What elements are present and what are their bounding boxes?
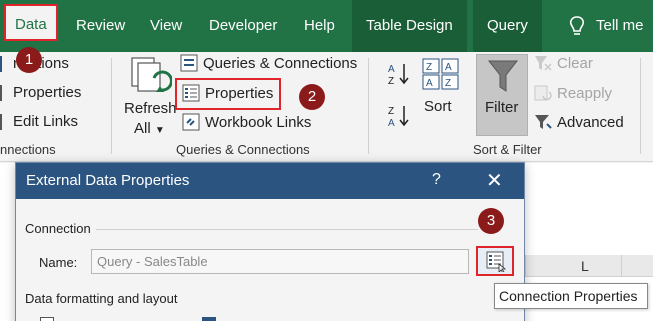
svg-text:A: A <box>388 64 395 75</box>
filter-label: Filter <box>485 99 519 116</box>
properties-left-button[interactable]: Properties <box>0 84 81 101</box>
tell-me-label: Tell me <box>596 17 644 34</box>
workbook-links-button[interactable]: Workbook Links <box>182 113 311 131</box>
connection-section-label: Connection <box>25 221 91 236</box>
connection-properties-tooltip: Connection Properties <box>494 283 648 309</box>
ribbon-tab-bar: Data Review View Developer Help Table De… <box>0 0 653 52</box>
svg-text:Z: Z <box>426 62 432 73</box>
group-separator <box>111 58 112 154</box>
tell-me-box[interactable]: Tell me <box>568 0 644 52</box>
clear-label: Clear <box>557 54 593 72</box>
workbook-links-label: Workbook Links <box>205 113 312 131</box>
refresh-all-text: All <box>134 120 151 137</box>
name-label: Name: <box>39 255 78 270</box>
refresh-label: Refresh <box>124 100 177 117</box>
properties-icon <box>182 84 200 102</box>
properties-left-icon <box>0 84 8 101</box>
queries-connections-icon <box>180 54 198 72</box>
sort-icon: ZA AZ <box>422 58 459 90</box>
tab-data[interactable]: Data <box>4 4 58 41</box>
filter-icon <box>487 60 519 92</box>
sort-label: Sort <box>424 98 452 115</box>
reapply-button[interactable]: Reapply <box>534 84 612 102</box>
svg-text:Z: Z <box>388 76 394 86</box>
tab-developer[interactable]: Developer <box>209 0 277 52</box>
step-badge-1: 1 <box>16 47 42 73</box>
queries-connections-label: Queries & Connections <box>203 54 358 72</box>
sort-az-icon[interactable]: A Z <box>388 62 412 86</box>
group-separator <box>640 58 641 154</box>
ribbon-panel: nections Properties Edit Links nnections… <box>0 52 653 162</box>
properties-left-label: Properties <box>13 84 82 101</box>
tab-table-design[interactable]: Table Design <box>352 0 467 52</box>
edit-links-icon <box>0 113 8 130</box>
sort-filter-group-label: Sort & Filter <box>473 142 542 157</box>
tab-view[interactable]: View <box>150 0 182 52</box>
group-separator <box>368 58 369 154</box>
sort-za-icon[interactable]: Z A <box>388 104 412 128</box>
connection-properties-icon <box>486 251 507 272</box>
column-header-l[interactable]: L <box>581 258 589 274</box>
formatting-checkbox[interactable] <box>40 317 54 321</box>
formatting-section-label: Data formatting and layout <box>25 291 178 306</box>
workbook-links-icon <box>182 113 200 131</box>
tab-review[interactable]: Review <box>76 0 125 52</box>
reapply-icon <box>534 85 552 101</box>
connections-icon <box>0 55 8 72</box>
lightbulb-icon <box>569 16 585 35</box>
advanced-filter-icon <box>535 115 552 129</box>
tab-help[interactable]: Help <box>304 0 335 52</box>
refresh-all-button[interactable]: Refresh All ▼ <box>120 56 177 137</box>
queries-connections-button[interactable]: Queries & Connections <box>180 54 357 72</box>
chevron-down-icon: ▼ <box>154 125 165 136</box>
column-divider <box>525 255 526 277</box>
column-header-row: L <box>525 255 653 277</box>
step-badge-2: 2 <box>299 84 325 110</box>
help-icon[interactable]: ? <box>432 171 441 189</box>
edit-links-label: Edit Links <box>13 113 79 130</box>
svg-text:Z: Z <box>388 106 394 117</box>
queries-connections-group-label: Queries & Connections <box>176 142 310 157</box>
dialog-title: External Data Properties <box>26 172 190 189</box>
tab-query[interactable]: Query <box>473 0 542 52</box>
advanced-label: Advanced <box>557 113 624 131</box>
connections-group-label: nnections <box>0 142 56 157</box>
refresh-all-icon <box>131 57 172 92</box>
dialog-title-bar[interactable]: External Data Properties ? ✕ <box>16 163 524 199</box>
step-badge-3: 3 <box>478 208 504 234</box>
formatting-checkbox-checked[interactable] <box>202 317 216 321</box>
clear-button[interactable]: Clear <box>534 54 593 72</box>
external-data-properties-dialog: External Data Properties ? ✕ Connection … <box>15 162 525 321</box>
advanced-button[interactable]: Advanced <box>534 113 624 131</box>
refresh-all-label: All ▼ <box>134 120 165 137</box>
properties-button[interactable]: Properties <box>182 84 273 102</box>
close-icon[interactable]: ✕ <box>486 168 503 193</box>
properties-label: Properties <box>205 84 274 102</box>
svg-text:A: A <box>426 78 433 89</box>
connection-name-input[interactable] <box>91 249 469 274</box>
svg-text:A: A <box>388 118 395 128</box>
clear-filter-icon <box>535 56 552 71</box>
section-divider <box>96 229 478 230</box>
edit-links-button[interactable]: Edit Links <box>0 113 78 130</box>
filter-button[interactable]: Filter <box>476 54 528 136</box>
sort-button[interactable]: ZA AZ Sort <box>420 56 462 120</box>
column-divider <box>621 255 622 277</box>
svg-text:Z: Z <box>445 78 451 89</box>
connection-properties-button[interactable] <box>476 246 514 276</box>
svg-text:A: A <box>445 62 452 73</box>
reapply-label: Reapply <box>557 84 613 102</box>
